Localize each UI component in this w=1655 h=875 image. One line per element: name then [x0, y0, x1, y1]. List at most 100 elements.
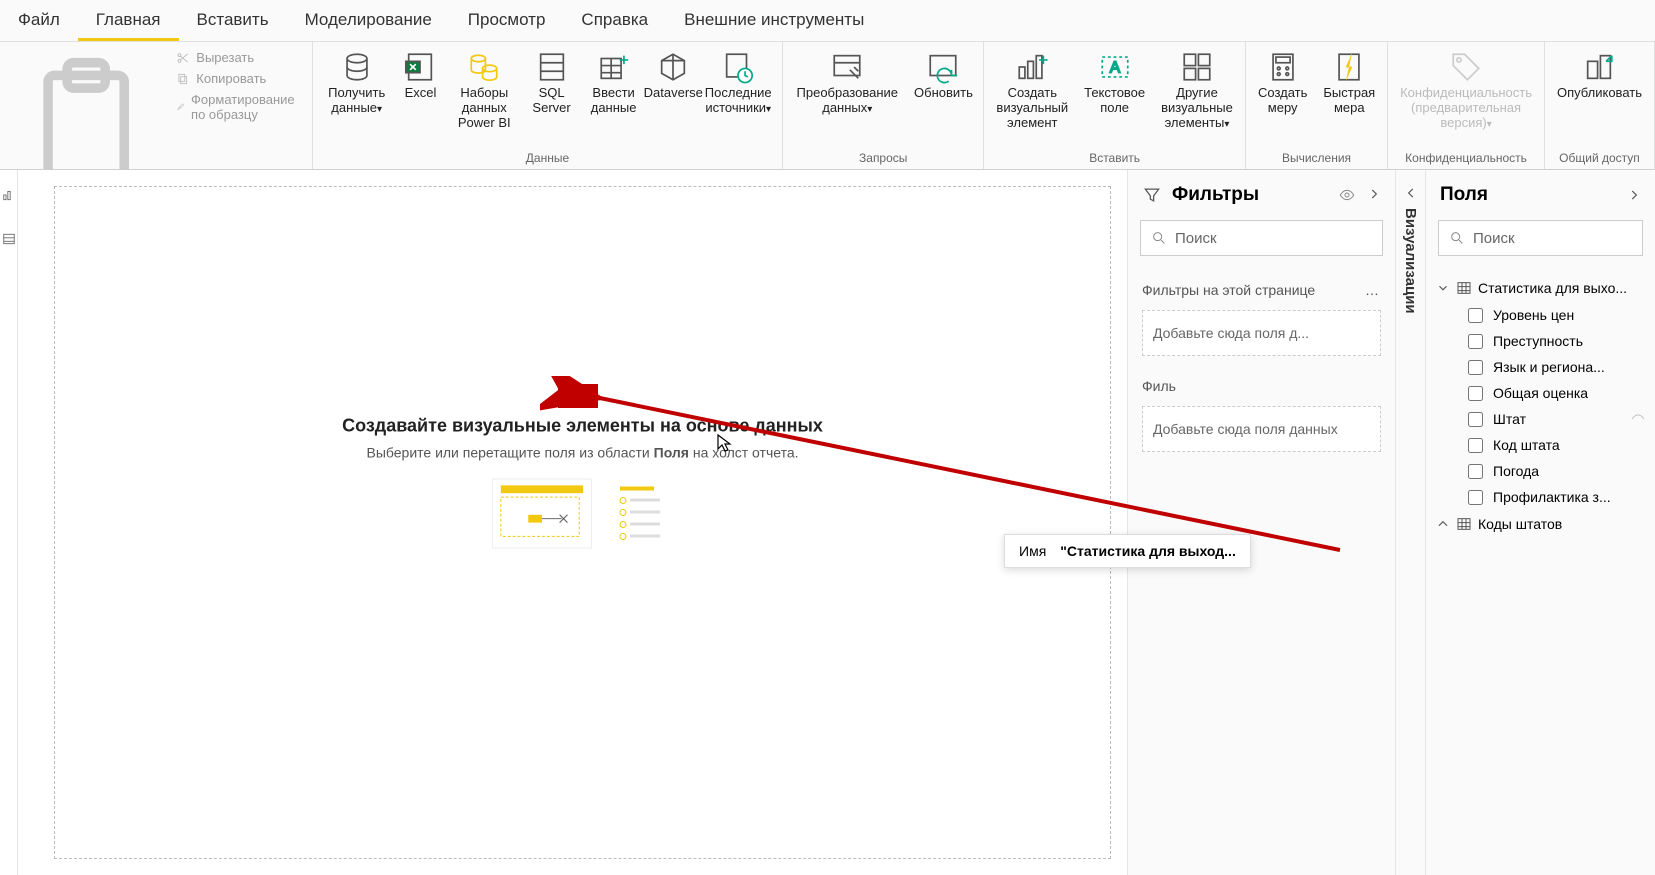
ribbon: тавить Вырезать Копировать Форматировани…	[0, 42, 1655, 170]
sql-icon	[535, 50, 569, 84]
brush-icon	[176, 100, 185, 114]
illus-table	[492, 479, 592, 549]
pbi-icon	[467, 50, 501, 84]
quick-measure-button[interactable]: Быстрая мера	[1316, 46, 1384, 120]
canvas-wrap: Создавайте визуальные элементы на основе…	[18, 170, 1127, 875]
ribbon-group-clipboard: тавить Вырезать Копировать Форматировани…	[0, 42, 313, 169]
excel-button[interactable]: Excel	[396, 46, 444, 105]
all-filter-dropzone[interactable]: Добавьте сюда поля данных	[1142, 406, 1381, 452]
visualizations-panel[interactable]: Визуализации	[1395, 170, 1425, 875]
more-icon[interactable]: …	[1365, 282, 1381, 298]
group-label-data: Данные	[317, 149, 778, 169]
left-rail	[0, 170, 18, 875]
tab-insert[interactable]: Вставить	[179, 0, 287, 41]
other-visuals-button[interactable]: Другие визуальные элементы▾	[1153, 46, 1241, 135]
publish-icon	[1582, 50, 1616, 84]
search-icon	[1449, 230, 1465, 246]
confidentiality-button: Конфиденциальность (предварительная верс…	[1392, 46, 1540, 135]
chevron-right-icon	[1436, 517, 1450, 531]
group-label-calc: Вычисления	[1250, 149, 1383, 169]
collapse-icon[interactable]	[1367, 187, 1381, 201]
report-view-icon[interactable]	[2, 188, 16, 202]
sql-server-button[interactable]: SQL Server	[524, 46, 579, 120]
group-label-share: Общий доступ	[1549, 149, 1650, 169]
tab-help[interactable]: Справка	[563, 0, 666, 41]
field-state[interactable]: Штат	[1434, 406, 1647, 432]
fields-search-input[interactable]: Поиск	[1438, 220, 1643, 256]
field-overall[interactable]: Общая оценка	[1434, 380, 1647, 406]
filters-panel: Фильтры Поиск Фильтры на этой странице ……	[1127, 170, 1395, 875]
get-data-button[interactable]: Получить данные▾	[317, 46, 397, 120]
field-weather[interactable]: Погода	[1434, 458, 1647, 484]
ribbon-group-confidentiality: Конфиденциальность (предварительная верс…	[1388, 42, 1545, 169]
table-stats[interactable]: Статистика для выхо...	[1434, 274, 1647, 302]
database-icon	[340, 50, 374, 84]
chevron-down-icon	[1436, 281, 1450, 295]
ribbon-group-share: Опубликовать Общий доступ	[1545, 42, 1655, 169]
filter-search-input[interactable]: Поиск	[1140, 220, 1383, 256]
new-measure-button[interactable]: Создать меру	[1250, 46, 1316, 120]
refresh-icon	[926, 50, 960, 84]
data-view-icon[interactable]	[2, 232, 16, 246]
cut-button: Вырезать	[172, 48, 304, 67]
collapse-fields-icon[interactable]	[1627, 188, 1641, 202]
chart-plus-icon	[1015, 50, 1049, 84]
table-icon	[1456, 280, 1472, 296]
table-icon	[1456, 516, 1472, 532]
field-state-code[interactable]: Код штата	[1434, 432, 1647, 458]
textbox-icon: A	[1098, 50, 1132, 84]
scissors-icon	[176, 51, 190, 65]
pbi-datasets-button[interactable]: Наборы данных Power BI	[444, 46, 524, 135]
field-price-level[interactable]: Уровень цен	[1434, 302, 1647, 328]
dataverse-icon	[656, 50, 690, 84]
copy-icon	[176, 72, 190, 86]
eye-icon[interactable]	[1339, 187, 1355, 203]
enter-data-button[interactable]: Ввести данные	[579, 46, 648, 120]
transform-icon	[830, 50, 864, 84]
recent-icon	[721, 50, 755, 84]
tag-icon	[1449, 50, 1483, 84]
transform-data-button[interactable]: Преобразование данных▾	[787, 46, 907, 120]
copy-button: Копировать	[172, 69, 304, 88]
tab-view[interactable]: Просмотр	[450, 0, 564, 41]
textbox-button[interactable]: AТекстовое поле	[1076, 46, 1153, 120]
quick-measure-icon	[1332, 50, 1366, 84]
table-plus-icon	[597, 50, 631, 84]
excel-icon	[403, 50, 437, 84]
field-prevention[interactable]: Профилактика з...	[1434, 484, 1647, 510]
report-canvas[interactable]: Создавайте визуальные элементы на основе…	[44, 176, 1121, 869]
search-icon	[1151, 230, 1167, 246]
tab-external[interactable]: Внешние инструменты	[666, 0, 882, 41]
table-state-codes[interactable]: Коды штатов	[1434, 510, 1647, 538]
filter-icon	[1142, 185, 1162, 205]
visuals-icon	[1180, 50, 1214, 84]
main-area: Создавайте визуальные элементы на основе…	[0, 170, 1655, 875]
ribbon-group-insert: Создать визуальный элемент AТекстовое по…	[984, 42, 1245, 169]
page-filter-dropzone[interactable]: Добавьте сюда поля д...	[1142, 310, 1381, 356]
all-filters-header: Филь	[1142, 372, 1381, 400]
expand-viz-icon[interactable]	[1404, 186, 1418, 200]
ribbon-tabs: Файл Главная Вставить Моделирование Прос…	[0, 0, 1655, 42]
calculator-icon	[1266, 50, 1300, 84]
publish-button[interactable]: Опубликовать	[1549, 46, 1650, 105]
format-painter-button: Форматирование по образцу	[172, 90, 304, 124]
group-label-conf: Конфиденциальность	[1392, 149, 1540, 169]
refresh-button[interactable]: Обновить	[908, 46, 980, 105]
illus-list	[614, 479, 674, 549]
fields-panel: Поля Поиск Статистика для выхо... Уровен…	[1425, 170, 1655, 875]
visible-icon	[1631, 412, 1645, 426]
field-crime[interactable]: Преступность	[1434, 328, 1647, 354]
new-visual-button[interactable]: Создать визуальный элемент	[988, 46, 1076, 135]
canvas-placeholder: Создавайте визуальные элементы на основе…	[323, 416, 843, 549]
ribbon-group-calc: Создать меру Быстрая мера Вычисления	[1246, 42, 1388, 169]
tab-modeling[interactable]: Моделирование	[287, 0, 450, 41]
dataverse-button[interactable]: Dataverse	[648, 46, 698, 105]
tab-home[interactable]: Главная	[78, 0, 179, 41]
ribbon-group-queries: Преобразование данных▾ Обновить Запросы	[783, 42, 984, 169]
page-filters-header: Фильтры на этой странице …	[1142, 276, 1381, 304]
tab-file[interactable]: Файл	[0, 0, 78, 41]
recent-sources-button[interactable]: Последние источники▾	[698, 46, 778, 120]
cursor-icon	[715, 433, 735, 453]
field-language[interactable]: Язык и региона...	[1434, 354, 1647, 380]
ribbon-group-data: Получить данные▾ Excel Наборы данных Pow…	[313, 42, 783, 169]
